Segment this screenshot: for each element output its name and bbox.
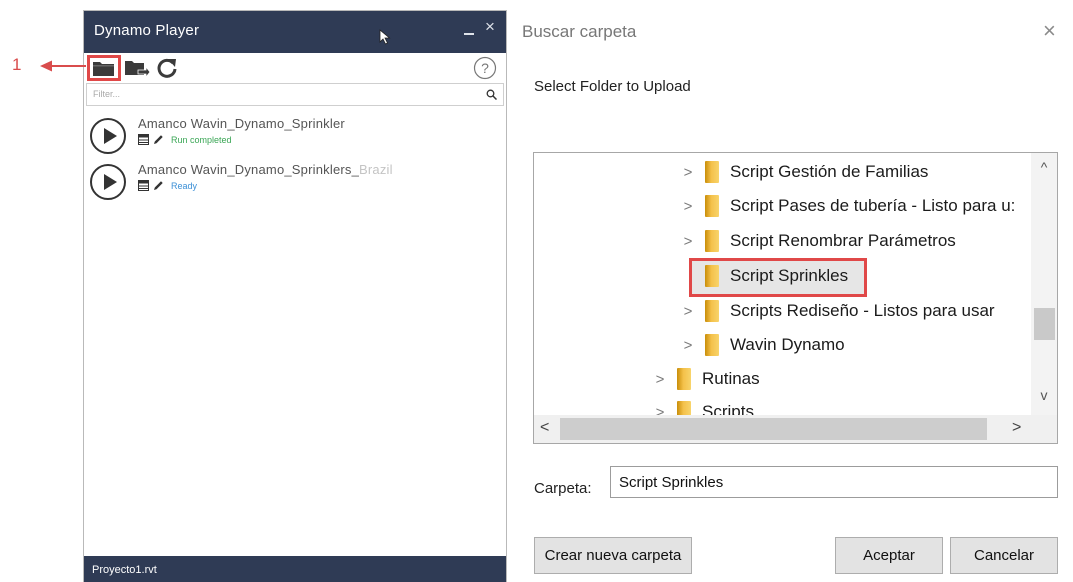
tree-item-label: Script Sprinkles (730, 266, 849, 285)
dialog-title: Buscar carpeta (522, 22, 637, 41)
tree-item[interactable]: > Scripts (651, 397, 754, 415)
scroll-left-button[interactable]: < (540, 419, 549, 437)
player-title-bar[interactable]: Dynamo Player × (84, 11, 506, 53)
chevron-right-icon[interactable]: > (679, 164, 697, 181)
folder-icon (705, 334, 719, 356)
edit-pencil-icon[interactable] (153, 180, 164, 191)
svg-text:?: ? (481, 60, 489, 76)
folder-tree-rows: > Script Gestión de Familias > Script Pa… (534, 153, 1031, 415)
callout-arrow-left-icon (40, 60, 86, 72)
tree-item[interactable]: > Wavin Dynamo (679, 330, 845, 360)
horizontal-scrollbar[interactable]: < > (534, 415, 1057, 443)
folder-field-label: Carpeta: (534, 480, 592, 497)
new-folder-button[interactable]: Crear nueva carpeta (534, 537, 692, 574)
tree-item[interactable]: > Rutinas (651, 364, 760, 394)
folder-icon (705, 265, 719, 287)
open-folder-button[interactable] (87, 55, 121, 81)
filter-placeholder: Filter... (93, 89, 121, 99)
player-toolbar: ? (84, 53, 506, 83)
close-button[interactable]: × (485, 17, 495, 37)
chevron-right-icon[interactable]: > (679, 198, 697, 215)
dialog-description: Select Folder to Upload (534, 78, 691, 95)
play-icon[interactable] (90, 164, 126, 200)
chevron-right-icon[interactable]: > (679, 303, 697, 320)
dynamo-player-panel: Dynamo Player × ? Filter... Amanco Wavin… (83, 10, 507, 582)
minimize-button[interactable] (464, 33, 474, 35)
player-title: Dynamo Player (94, 22, 200, 39)
tree-item-label: Scripts Rediseño - Listos para usar (730, 301, 995, 320)
export-folder-button[interactable] (123, 55, 151, 81)
scroll-down-button[interactable]: v (1031, 387, 1057, 403)
tree-item-label: Script Gestión de Familias (730, 162, 929, 181)
script-name: Amanco Wavin_Dynamo_Sprinklers_Brazil (138, 162, 393, 177)
script-actions: Run completed (138, 134, 232, 145)
details-icon[interactable] (138, 134, 149, 145)
mouse-cursor-icon (379, 29, 391, 45)
folder-tree[interactable]: > Script Gestión de Familias > Script Pa… (533, 152, 1058, 444)
script-list-item[interactable]: Amanco Wavin_Dynamo_Sprinkler Run comple… (90, 115, 500, 157)
folder-open-icon (93, 62, 114, 76)
script-list-item[interactable]: Amanco Wavin_Dynamo_Sprinklers_Brazil Re… (90, 161, 500, 203)
horizontal-scroll-thumb[interactable] (560, 418, 987, 440)
edit-pencil-icon[interactable] (153, 134, 164, 145)
script-status: Ready (171, 180, 198, 191)
tree-item-label: Script Pases de tubería - Listo para u: (730, 196, 1016, 215)
refresh-button[interactable] (154, 55, 180, 81)
project-file-name: Proyecto1.rvt (92, 564, 157, 576)
chevron-right-icon[interactable]: > (679, 337, 697, 354)
search-icon (486, 89, 497, 100)
tree-item-label: Scripts (702, 402, 754, 415)
tree-item[interactable]: > Script Gestión de Familias (679, 157, 928, 187)
folder-icon (705, 195, 719, 217)
player-status-bar: Proyecto1.rvt (84, 556, 506, 582)
tree-item-label: Script Renombrar Parámetros (730, 231, 956, 250)
chevron-right-icon[interactable]: > (651, 371, 669, 388)
export-folder-icon (125, 61, 150, 78)
tree-item[interactable]: > Script Pases de tubería - Listo para u… (679, 191, 1015, 221)
accept-button[interactable]: Aceptar (835, 537, 943, 574)
vertical-scrollbar[interactable]: ^ v (1031, 153, 1057, 415)
callout-number-1: 1 (12, 55, 22, 74)
tree-item-label: Wavin Dynamo (730, 335, 845, 354)
chevron-right-icon[interactable]: > (651, 404, 669, 416)
folder-icon (705, 161, 719, 183)
play-icon[interactable] (90, 118, 126, 154)
tree-item-label: Rutinas (702, 369, 760, 388)
details-icon[interactable] (138, 180, 149, 191)
help-icon: ? (473, 56, 497, 80)
folder-icon (677, 368, 691, 390)
tree-item[interactable]: > Scripts Rediseño - Listos para usar (679, 296, 995, 326)
script-actions: Ready (138, 180, 197, 191)
script-status: Run completed (171, 134, 232, 145)
vertical-scroll-thumb[interactable] (1034, 308, 1055, 340)
folder-icon (705, 230, 719, 252)
tree-item-selected[interactable]: Script Sprinkles (705, 261, 848, 291)
filter-input[interactable]: Filter... (86, 83, 504, 106)
refresh-icon (157, 58, 177, 78)
tree-item[interactable]: > Script Renombrar Parámetros (679, 226, 956, 256)
scroll-up-button[interactable]: ^ (1031, 159, 1057, 175)
folder-name-input[interactable] (610, 466, 1058, 498)
chevron-right-icon[interactable]: > (679, 233, 697, 250)
cancel-button[interactable]: Cancelar (950, 537, 1058, 574)
script-name: Amanco Wavin_Dynamo_Sprinkler (138, 116, 345, 131)
help-button[interactable]: ? (472, 55, 498, 81)
scroll-right-button[interactable]: > (1012, 419, 1021, 437)
folder-icon (705, 300, 719, 322)
folder-icon (677, 401, 691, 415)
dialog-close-button[interactable]: × (1043, 18, 1056, 44)
